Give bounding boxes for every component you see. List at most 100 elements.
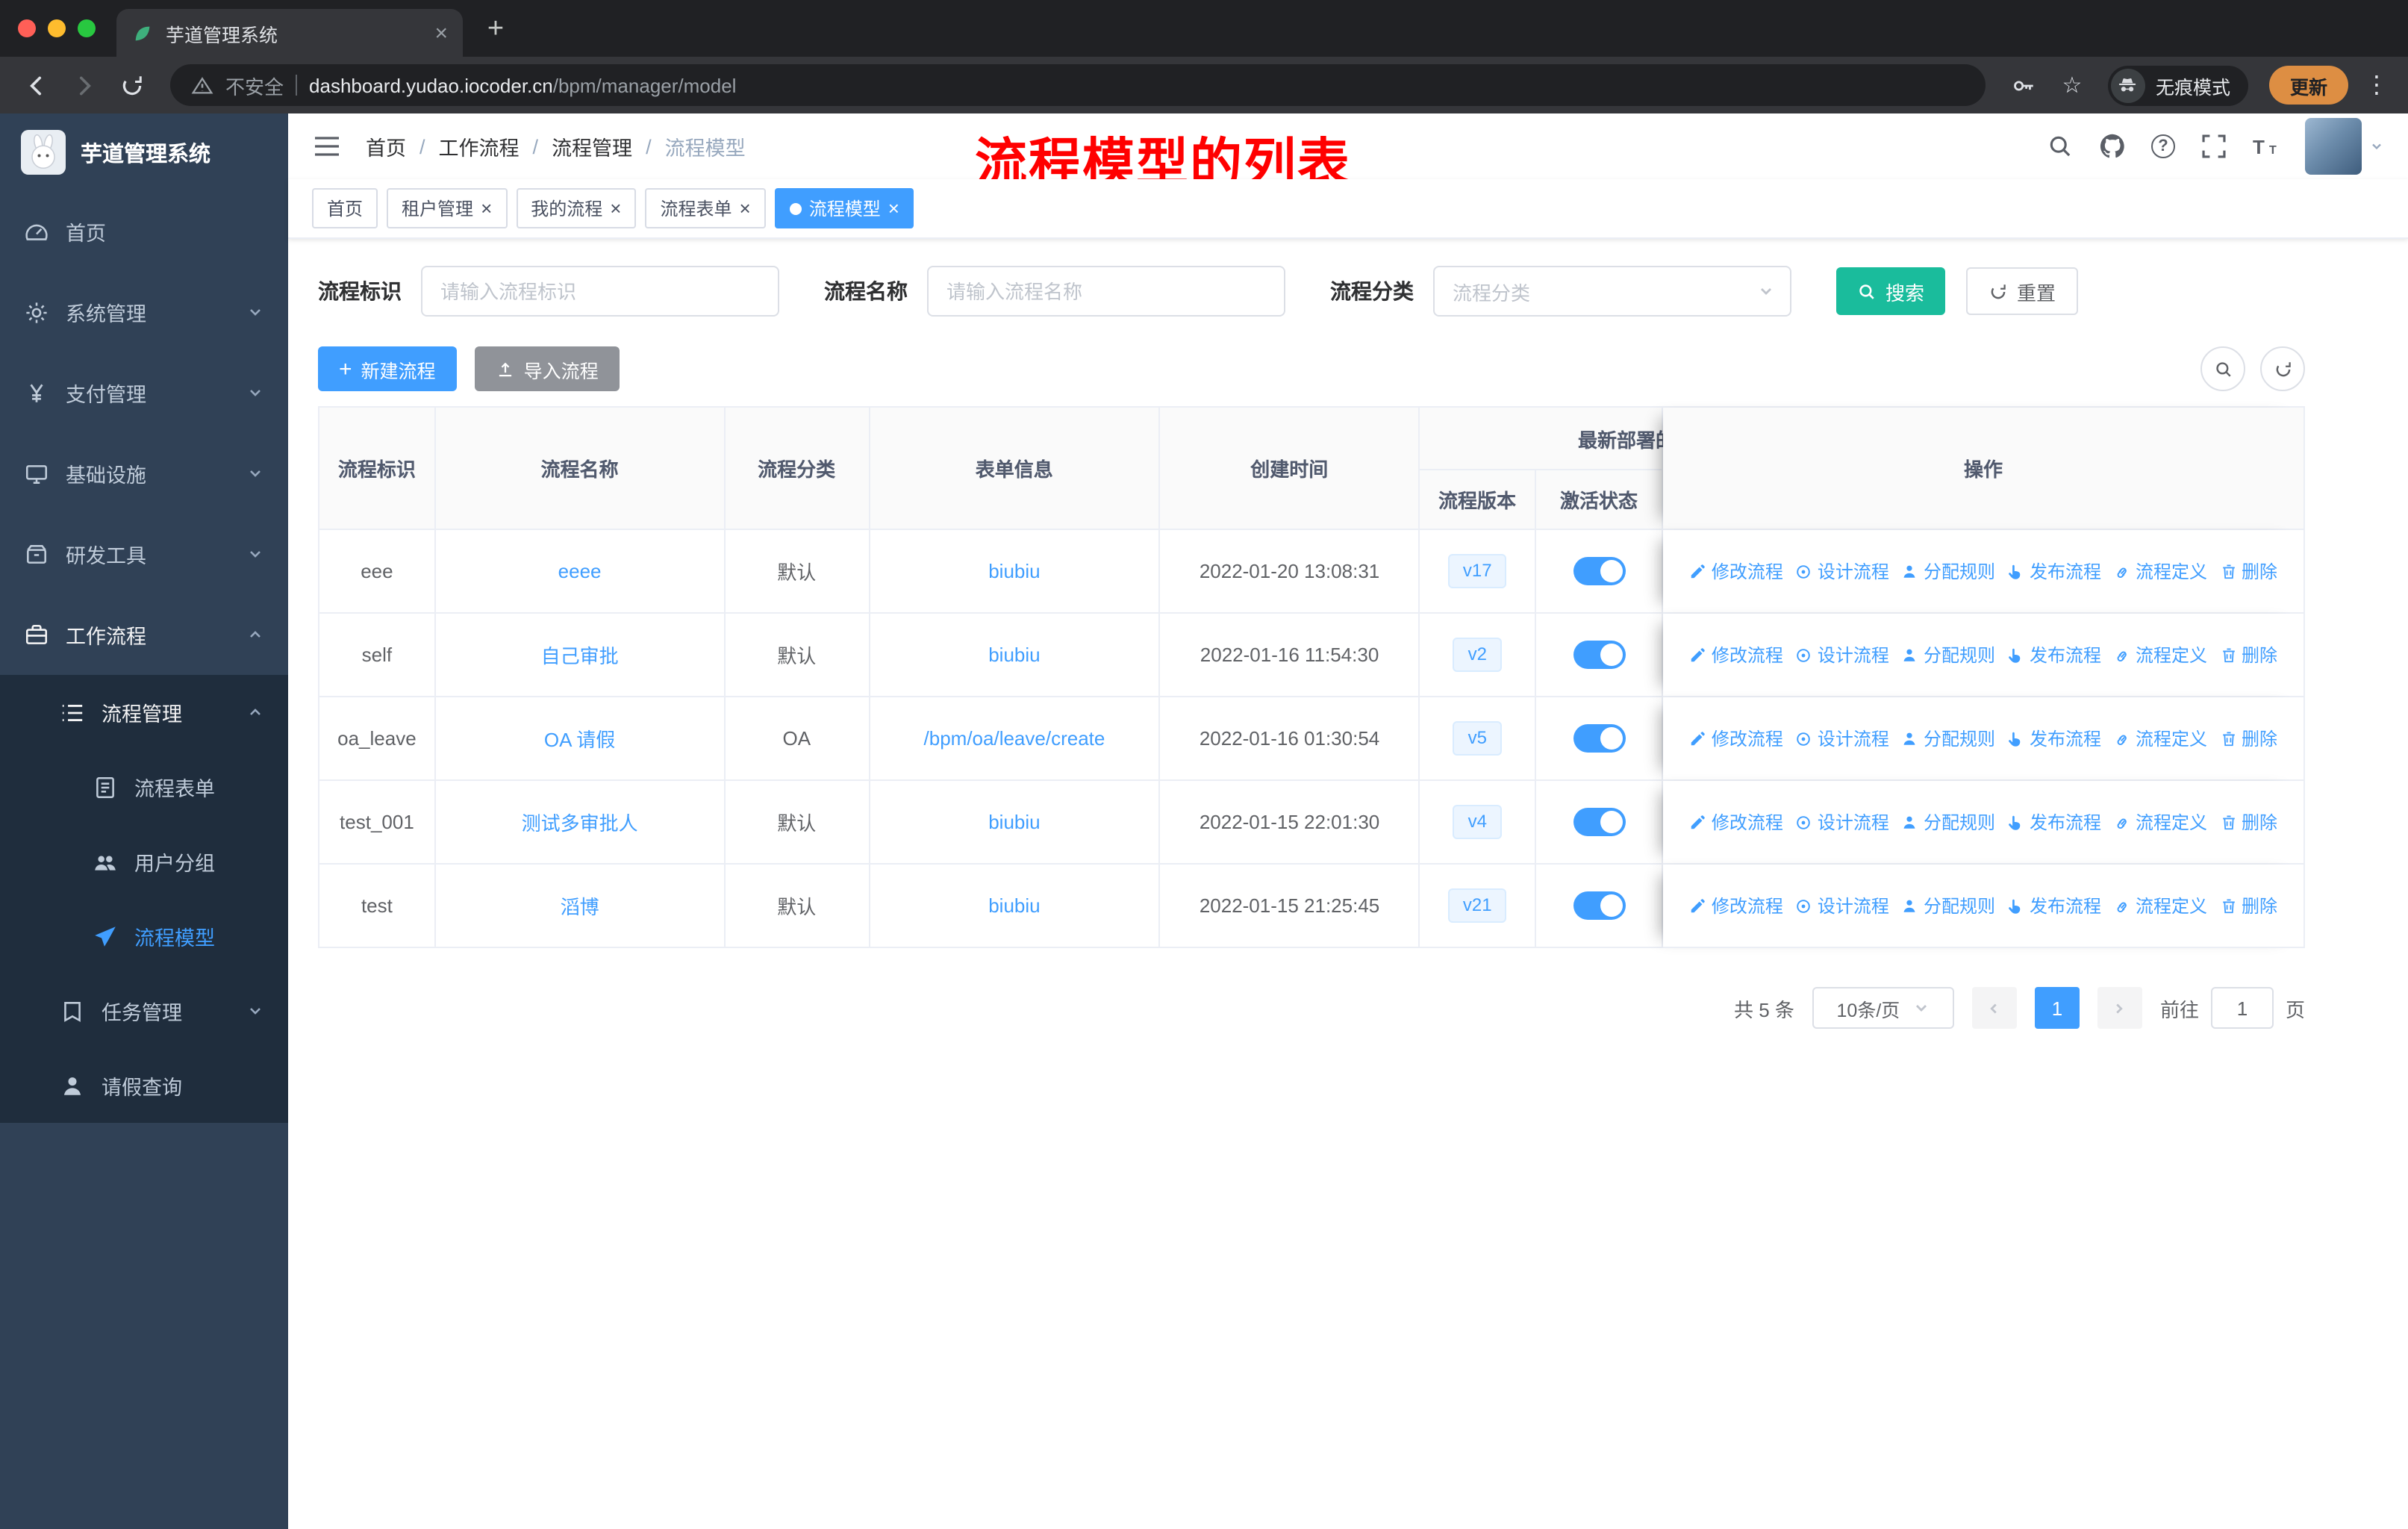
process-name-link[interactable]: 测试多审批人	[522, 808, 638, 836]
form-info-link[interactable]: /bpm/oa/leave/create	[924, 727, 1105, 750]
sidebar-item-10[interactable]: 任务管理	[0, 974, 288, 1048]
form-info-link[interactable]: biubiu	[988, 811, 1040, 833]
active-toggle[interactable]	[1573, 808, 1626, 836]
next-page-button[interactable]	[2097, 987, 2142, 1029]
publish-process-link[interactable]: 发布流程	[2007, 558, 2101, 584]
process-category-select[interactable]: 流程分类	[1433, 266, 1791, 317]
modify-process-link[interactable]: 修改流程	[1689, 642, 1783, 667]
tag-close-icon[interactable]: ×	[888, 199, 899, 218]
sidebar-item-7[interactable]: 流程表单	[0, 750, 288, 824]
process-name-link[interactable]: 滔博	[561, 891, 599, 920]
modify-process-link[interactable]: 修改流程	[1689, 558, 1783, 584]
search-button[interactable]: 搜索	[1836, 267, 1946, 315]
sidebar-item-3[interactable]: 基础设施	[0, 433, 288, 514]
goto-page-input[interactable]	[2210, 987, 2274, 1029]
back-button[interactable]	[15, 64, 57, 106]
active-toggle[interactable]	[1573, 641, 1626, 669]
page-size-select[interactable]: 10条/页	[1812, 987, 1954, 1029]
modify-process-link[interactable]: 修改流程	[1689, 726, 1783, 751]
sidebar-item-6[interactable]: 流程管理	[0, 675, 288, 750]
github-icon[interactable]	[2099, 133, 2126, 160]
active-toggle[interactable]	[1573, 557, 1626, 585]
tag-close-icon[interactable]: ×	[740, 199, 751, 218]
minimize-window-button[interactable]	[48, 19, 66, 37]
process-definition-link[interactable]: 流程定义	[2113, 893, 2207, 918]
delete-link[interactable]: 删除	[2219, 726, 2277, 751]
design-process-link[interactable]: 设计流程	[1795, 893, 1889, 918]
assign-rule-link[interactable]: 分配规则	[1901, 642, 1995, 667]
sidebar-item-4[interactable]: 研发工具	[0, 514, 288, 594]
active-toggle[interactable]	[1573, 891, 1626, 920]
create-process-button[interactable]: + 新建流程	[318, 346, 457, 391]
security-warning-icon[interactable]	[191, 74, 213, 96]
design-process-link[interactable]: 设计流程	[1795, 726, 1889, 751]
reset-button[interactable]: 重置	[1966, 267, 2079, 315]
publish-process-link[interactable]: 发布流程	[2007, 809, 2101, 835]
delete-link[interactable]: 删除	[2219, 558, 2277, 584]
avatar[interactable]	[2305, 118, 2362, 175]
breadcrumb-workflow[interactable]: 工作流程	[439, 131, 520, 161]
assign-rule-link[interactable]: 分配规则	[1901, 893, 1995, 918]
active-toggle[interactable]	[1573, 724, 1626, 753]
help-icon[interactable]: ?	[2151, 134, 2175, 158]
form-info-link[interactable]: biubiu	[988, 644, 1040, 666]
process-name-link[interactable]: OA 请假	[544, 724, 615, 753]
process-definition-link[interactable]: 流程定义	[2113, 809, 2207, 835]
sidebar-item-0[interactable]: 首页	[0, 191, 288, 272]
publish-process-link[interactable]: 发布流程	[2007, 642, 2101, 667]
view-tab-4[interactable]: 流程模型 ×	[774, 188, 914, 228]
process-name-input[interactable]	[927, 266, 1285, 317]
close-window-button[interactable]	[18, 19, 36, 37]
prev-page-button[interactable]	[1971, 987, 2017, 1029]
sidebar-item-2[interactable]: 支付管理	[0, 352, 288, 433]
fullscreen-icon[interactable]	[2200, 133, 2227, 160]
sidebar-item-11[interactable]: 请假查询	[0, 1048, 288, 1123]
modify-process-link[interactable]: 修改流程	[1689, 809, 1783, 835]
reload-button[interactable]	[110, 64, 152, 106]
delete-link[interactable]: 删除	[2219, 893, 2277, 918]
process-definition-link[interactable]: 流程定义	[2113, 558, 2207, 584]
publish-process-link[interactable]: 发布流程	[2007, 893, 2101, 918]
refresh-table-button[interactable]	[2260, 346, 2305, 391]
delete-link[interactable]: 删除	[2219, 642, 2277, 667]
assign-rule-link[interactable]: 分配规则	[1901, 558, 1995, 584]
process-name-link[interactable]: 自己审批	[541, 641, 619, 669]
import-process-button[interactable]: 导入流程	[474, 346, 620, 391]
sidebar-item-5[interactable]: 工作流程	[0, 594, 288, 675]
breadcrumb-home[interactable]: 首页	[366, 131, 406, 161]
breadcrumb-process-manage[interactable]: 流程管理	[552, 131, 632, 161]
forward-button[interactable]	[63, 64, 105, 106]
tab-close-icon[interactable]: ×	[434, 22, 448, 44]
form-info-link[interactable]: biubiu	[988, 894, 1040, 917]
tag-close-icon[interactable]: ×	[610, 199, 621, 218]
sidebar-item-1[interactable]: 系统管理	[0, 272, 288, 352]
assign-rule-link[interactable]: 分配规则	[1901, 809, 1995, 835]
address-bar[interactable]: 不安全 dashboard.yudao.iocoder.cn/bpm/manag…	[170, 64, 1986, 106]
modify-process-link[interactable]: 修改流程	[1689, 893, 1783, 918]
collapse-sidebar-icon[interactable]	[312, 133, 342, 160]
sidebar-item-9[interactable]: 流程模型	[0, 899, 288, 974]
browser-tab[interactable]: 芋道管理系统 ×	[116, 9, 463, 57]
design-process-link[interactable]: 设计流程	[1795, 558, 1889, 584]
process-name-link[interactable]: eeee	[558, 560, 602, 582]
process-definition-link[interactable]: 流程定义	[2113, 726, 2207, 751]
update-button[interactable]: 更新	[2268, 66, 2348, 105]
publish-process-link[interactable]: 发布流程	[2007, 726, 2101, 751]
user-menu[interactable]	[2305, 118, 2384, 175]
bookmark-star-icon[interactable]: ☆	[2051, 64, 2093, 106]
delete-link[interactable]: 删除	[2219, 809, 2277, 835]
assign-rule-link[interactable]: 分配规则	[1901, 726, 1995, 751]
view-tab-2[interactable]: 我的流程 ×	[516, 188, 637, 228]
view-tab-3[interactable]: 流程表单 ×	[645, 188, 766, 228]
process-definition-link[interactable]: 流程定义	[2113, 642, 2207, 667]
sidebar-item-8[interactable]: 用户分组	[0, 824, 288, 899]
app-logo[interactable]: 芋道管理系统	[0, 113, 288, 191]
password-key-icon[interactable]	[2003, 64, 2045, 106]
view-tab-1[interactable]: 租户管理 ×	[387, 188, 508, 228]
view-tab-0[interactable]: 首页	[312, 188, 378, 228]
process-key-input[interactable]	[421, 266, 779, 317]
form-info-link[interactable]: biubiu	[988, 560, 1040, 582]
search-icon[interactable]	[2047, 133, 2074, 160]
new-tab-button[interactable]: +	[475, 9, 517, 51]
maximize-window-button[interactable]	[78, 19, 96, 37]
